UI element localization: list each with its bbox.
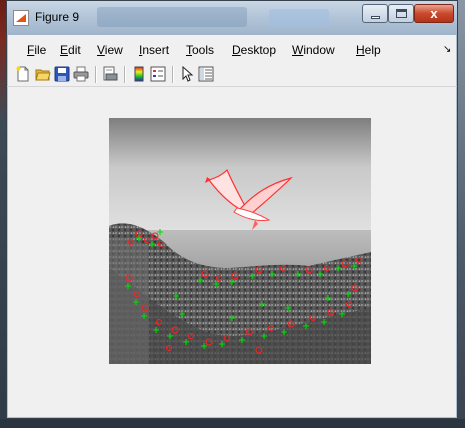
new-figure-icon[interactable] [15, 66, 31, 82]
maximize-icon [396, 9, 407, 18]
feature-point-image [109, 118, 371, 364]
menu-file[interactable]: File [27, 43, 46, 57]
save-icon[interactable] [54, 66, 70, 82]
figure-window: Figure 9 x File Edit View Insert Tools D… [6, 0, 458, 419]
menu-desktop[interactable]: Desktop [232, 43, 276, 57]
toolbar-separator [124, 66, 125, 83]
menu-window[interactable]: Window [292, 43, 335, 57]
toolbar-separator [95, 66, 96, 83]
toolbar-separator [172, 66, 173, 83]
desktop-background-bottom [0, 419, 465, 428]
print-preview-icon[interactable] [102, 66, 118, 82]
figure-toolbar [7, 62, 457, 87]
menu-edit[interactable]: Edit [60, 43, 81, 57]
menu-view[interactable]: View [97, 43, 123, 57]
figure-image-axes[interactable] [109, 118, 371, 364]
property-editor-icon[interactable] [198, 66, 214, 82]
title-bar-reflection [97, 7, 247, 27]
menu-help[interactable]: Help [356, 43, 381, 57]
menu-bar: File Edit View Insert Tools Desktop Wind… [7, 39, 457, 61]
title-bar[interactable]: Figure 9 x [7, 1, 457, 35]
maximize-button[interactable] [388, 4, 414, 23]
minimize-button[interactable] [362, 4, 388, 23]
menu-tools[interactable]: Tools [186, 43, 214, 57]
legend-icon[interactable] [150, 66, 166, 82]
close-button[interactable]: x [414, 4, 454, 23]
open-file-icon[interactable] [35, 66, 51, 82]
title-bar-reflection-button [269, 9, 329, 27]
matlab-icon[interactable] [13, 10, 29, 26]
chevron-dock-icon[interactable]: ↘ [443, 44, 451, 55]
print-icon[interactable] [73, 66, 89, 82]
colorbar-icon[interactable] [131, 66, 147, 82]
minimize-icon [371, 16, 380, 19]
close-icon: x [430, 6, 438, 21]
window-title: Figure 9 [35, 10, 80, 24]
menu-insert[interactable]: Insert [139, 43, 169, 57]
desktop-background-right [458, 0, 465, 428]
pointer-icon[interactable] [179, 66, 195, 82]
